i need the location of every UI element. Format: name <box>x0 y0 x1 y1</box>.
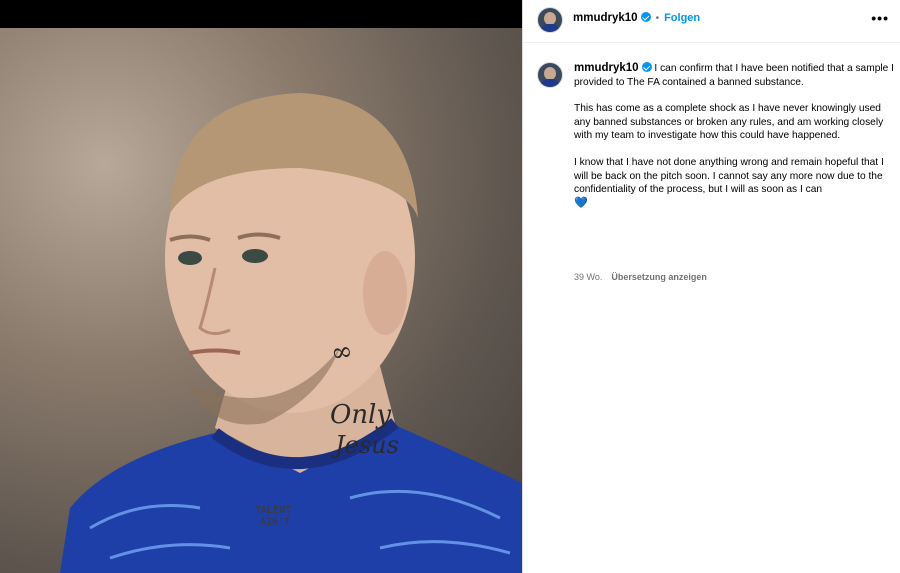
caption-avatar[interactable] <box>537 62 563 88</box>
header-avatar[interactable] <box>537 7 563 33</box>
tattoo-text-jesus: Jesus <box>330 431 399 459</box>
post-timestamp[interactable]: 39 Wo. <box>574 272 602 282</box>
blue-heart-icon: 💙 <box>574 196 588 209</box>
follow-button[interactable]: Folgen <box>664 12 700 24</box>
header-user-line: mmudryk10 • Folgen <box>573 12 700 24</box>
player-portrait: ∞ Only Jesus TALENT AIN'T <box>60 93 522 573</box>
more-options-icon[interactable]: ••• <box>871 10 889 26</box>
caption-username[interactable]: mmudryk10 <box>574 62 639 74</box>
post-photo[interactable]: ∞ Only Jesus TALENT AIN'T <box>0 28 522 573</box>
tattoo-text-only: Only <box>330 400 391 430</box>
caption-meta: 39 Wo. Übersetzung anzeigen <box>574 272 707 282</box>
tattoo-chest-1: TALENT <box>255 505 291 516</box>
post-sidebar: mmudryk10 • Folgen ••• mmudryk10 I can con… <box>522 0 900 573</box>
verified-badge-icon <box>641 62 652 72</box>
tattoo-chest-2: AIN'T <box>260 517 290 528</box>
caption-paragraph-2: This has come as a complete shock as I h… <box>574 103 884 142</box>
post-media[interactable]: ∞ Only Jesus TALENT AIN'T <box>0 0 522 573</box>
caption-text: mmudryk10 I can confirm that I have been… <box>574 62 894 210</box>
caption-paragraph-3: I know that I have not done anything wro… <box>574 156 884 196</box>
translate-button[interactable]: Übersetzung anzeigen <box>611 272 707 282</box>
separator-dot: • <box>655 13 660 24</box>
header-username[interactable]: mmudryk10 <box>573 12 638 24</box>
svg-text:∞: ∞ <box>329 336 355 369</box>
post-header: mmudryk10 • Folgen ••• <box>523 0 900 43</box>
verified-badge-icon <box>640 12 651 22</box>
